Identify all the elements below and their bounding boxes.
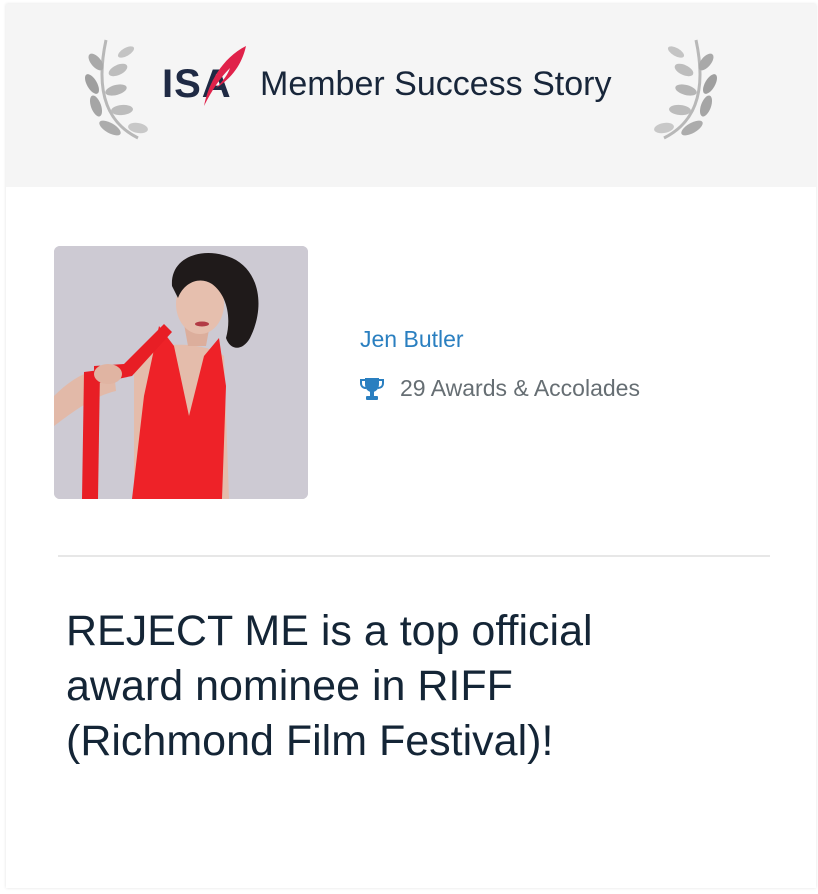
laurel-left-icon bbox=[85, 39, 148, 140]
page-title: Member Success Story bbox=[260, 65, 612, 103]
divider bbox=[58, 555, 770, 557]
member-name-link[interactable]: Jen Butler bbox=[360, 326, 464, 353]
trophy-icon bbox=[360, 378, 384, 400]
quill-feather-icon bbox=[204, 46, 246, 106]
header-banner: ISA Member Success Story bbox=[6, 4, 816, 187]
success-story-card: ISA Member Success Story bbox=[6, 4, 816, 888]
laurel-right-icon bbox=[654, 39, 717, 140]
awards-count: 29 Awards & Accolades bbox=[400, 375, 640, 401]
isa-logo: ISA bbox=[162, 44, 248, 108]
story-headline: REJECT ME is a top official award nomine… bbox=[66, 607, 593, 765]
logo-text: IS bbox=[162, 62, 202, 106]
member-photo bbox=[54, 246, 308, 499]
